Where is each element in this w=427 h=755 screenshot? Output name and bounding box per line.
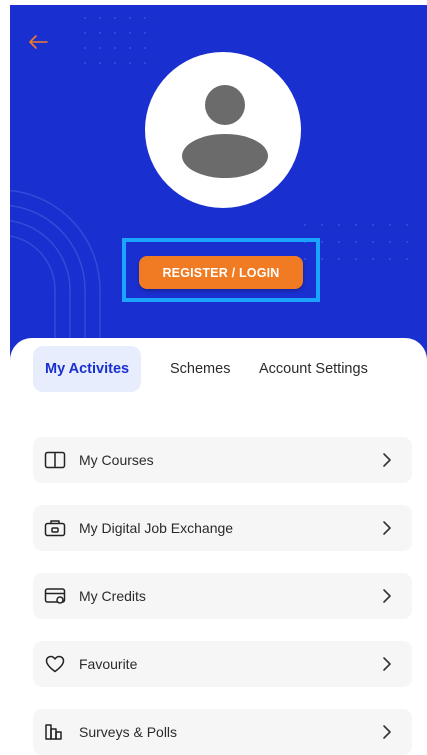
back-button[interactable] — [26, 30, 50, 54]
menu-label: Favourite — [79, 656, 138, 672]
user-avatar-icon — [182, 85, 268, 178]
avatar[interactable] — [145, 52, 301, 208]
menu-label: Surveys & Polls — [79, 724, 178, 740]
register-login-button[interactable]: REGISTER / LOGIN — [139, 256, 303, 289]
chevron-right-icon — [383, 521, 391, 535]
chevron-right-icon — [383, 725, 391, 739]
decorative-dots — [84, 17, 146, 64]
briefcase-icon — [44, 518, 66, 538]
menu-item-my-courses[interactable]: My Courses — [33, 437, 412, 483]
credit-card-icon — [44, 586, 66, 606]
chevron-right-icon — [383, 657, 391, 671]
book-icon — [44, 450, 66, 470]
menu-label: My Digital Job Exchange — [79, 520, 234, 536]
menu-item-digital-job-exchange[interactable]: My Digital Job Exchange — [33, 505, 412, 551]
menu-label: My Courses — [79, 452, 154, 468]
tab-schemes[interactable]: Schemes — [170, 346, 230, 392]
menu-label: My Credits — [79, 588, 146, 604]
heart-icon — [44, 654, 66, 674]
poll-icon — [44, 722, 66, 742]
menu-item-favourite[interactable]: Favourite — [33, 641, 412, 687]
tab-my-activities[interactable]: My Activites — [33, 346, 142, 392]
arrow-left-icon — [29, 35, 48, 49]
tab-account-settings[interactable]: Account Settings — [259, 346, 368, 392]
menu-item-my-credits[interactable]: My Credits — [33, 573, 412, 619]
chevron-right-icon — [383, 589, 391, 603]
chevron-right-icon — [383, 453, 391, 467]
menu-item-surveys-polls[interactable]: Surveys & Polls — [33, 709, 412, 755]
